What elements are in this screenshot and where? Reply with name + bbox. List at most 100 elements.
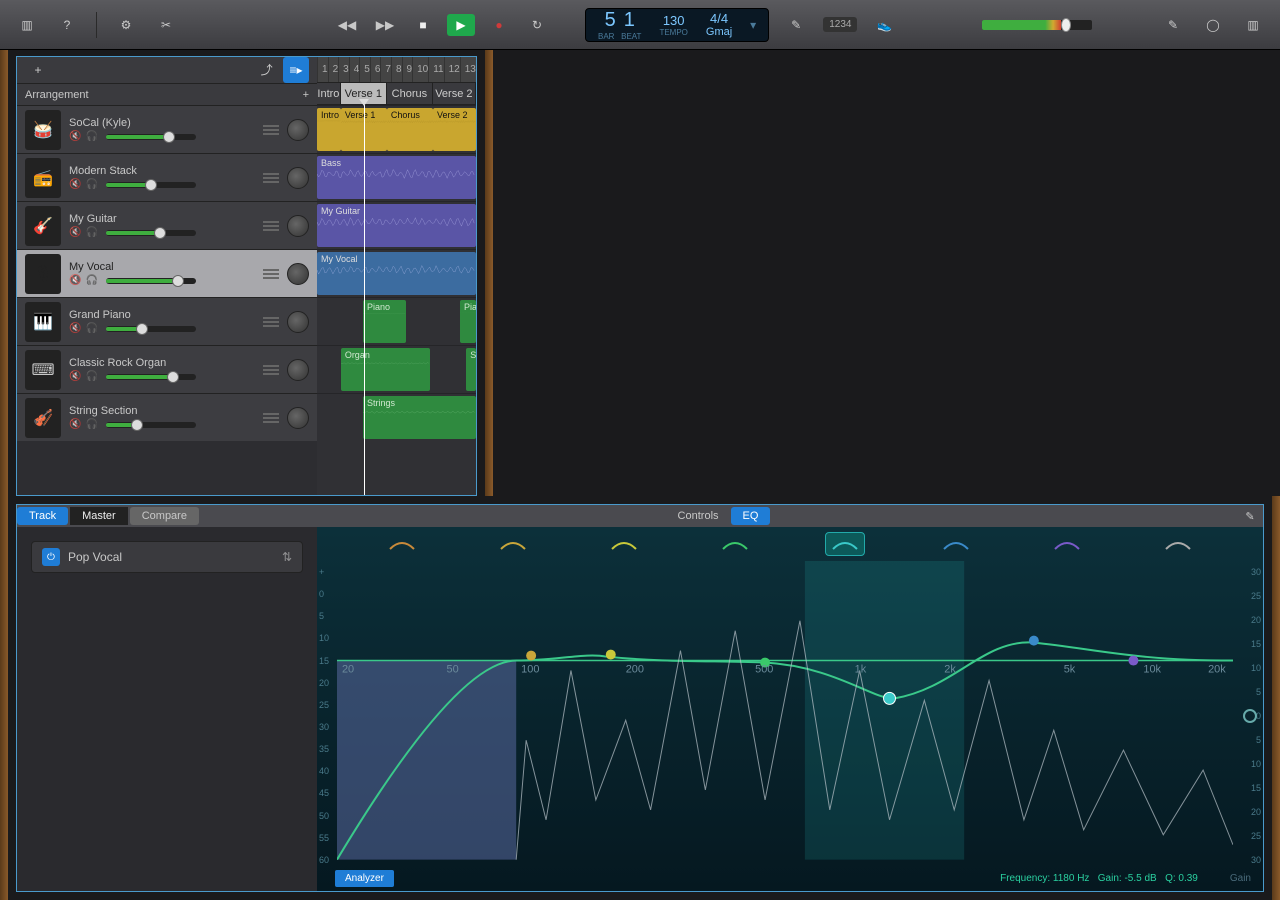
mute-icon[interactable]: 🔇 [69, 179, 81, 190]
arrangement-marker[interactable]: Intro [317, 83, 341, 104]
headphones-icon[interactable]: 🎧 [85, 275, 97, 286]
ruler-tick[interactable]: 5 [359, 57, 370, 82]
headphones-icon[interactable]: 🎧 [85, 227, 97, 238]
eq-gain-handle[interactable] [1243, 709, 1257, 723]
metronome-button[interactable]: 👟 [871, 12, 897, 38]
eq-band-button[interactable] [936, 532, 976, 556]
headphones-icon[interactable]: 🎧 [85, 371, 97, 382]
track-volume-slider[interactable] [106, 182, 196, 188]
track-volume-slider[interactable] [106, 326, 196, 332]
mute-icon[interactable]: 🔇 [69, 131, 81, 142]
track-row[interactable]: 📻Modern Stack🔇🎧 [17, 153, 317, 201]
automation-toggle[interactable]: ⤴ [254, 57, 280, 83]
playhead[interactable] [364, 105, 365, 495]
tab-compare[interactable]: Compare [130, 507, 199, 525]
track-list-toggle[interactable]: ≡▸ [283, 57, 309, 83]
help-button[interactable]: ? [54, 12, 80, 38]
lcd-key[interactable]: Gmaj [706, 26, 732, 38]
track-volume-slider[interactable] [106, 134, 196, 140]
tab-controls[interactable]: Controls [666, 507, 731, 525]
ruler-tick[interactable]: 10 [412, 57, 428, 82]
region[interactable]: Piano [363, 300, 406, 343]
region[interactable]: My Guitar [317, 204, 476, 247]
track-lane[interactable]: My Guitar [317, 201, 476, 249]
eq-curve[interactable]: 2050100 2005001k 2k5k10k20k [337, 561, 1233, 860]
ruler-tick[interactable]: 7 [380, 57, 391, 82]
track-volume-slider[interactable] [106, 278, 196, 284]
track-volume-slider[interactable] [106, 374, 196, 380]
forward-button[interactable]: ▶▶ [371, 14, 399, 36]
mute-icon[interactable]: 🔇 [69, 275, 81, 286]
tab-master[interactable]: Master [70, 507, 128, 525]
arrangement-marker[interactable]: Chorus [387, 83, 433, 104]
region[interactable]: Strings [363, 396, 476, 439]
headphones-icon[interactable]: 🎧 [85, 323, 97, 334]
ruler-tick[interactable]: 1 [317, 57, 328, 82]
track-pan-knob[interactable] [287, 119, 309, 141]
ruler-tick[interactable]: 8 [391, 57, 402, 82]
timeline-ruler[interactable]: 12345678910111213 [317, 57, 476, 83]
eq-band-button[interactable] [1158, 532, 1198, 556]
track-pan-knob[interactable] [287, 215, 309, 237]
analyzer-button[interactable]: Analyzer [335, 870, 394, 887]
track-lane[interactable]: Strings [317, 393, 476, 441]
timeline[interactable]: 12345678910111213 IntroVerse 1ChorusVers… [317, 57, 476, 495]
track-pan-knob[interactable] [287, 311, 309, 333]
stop-button[interactable]: ■ [409, 14, 437, 36]
track-volume-slider[interactable] [106, 230, 196, 236]
track-row[interactable]: 🎙My Vocal🔇🎧 [17, 249, 317, 297]
ruler-tick[interactable]: 11 [428, 57, 443, 82]
add-arrangement-button[interactable]: + [303, 89, 309, 101]
ruler-tick[interactable]: 6 [370, 57, 381, 82]
track-lane[interactable]: OrganSynths [317, 345, 476, 393]
track-pan-knob[interactable] [287, 407, 309, 429]
eq-band-button[interactable] [1047, 532, 1087, 556]
region[interactable]: Intro [317, 108, 341, 151]
headphones-icon[interactable]: 🎧 [85, 419, 97, 430]
ruler-tick[interactable]: 2 [328, 57, 339, 82]
eq-band-button[interactable] [493, 532, 533, 556]
headphones-icon[interactable]: 🎧 [85, 179, 97, 190]
tab-track[interactable]: Track [17, 507, 68, 525]
track-pan-knob[interactable] [287, 359, 309, 381]
record-button[interactable]: ● [485, 14, 513, 36]
count-in-button[interactable]: 1234 [823, 17, 857, 32]
track-pan-knob[interactable] [287, 167, 309, 189]
eq-band-button[interactable] [715, 532, 755, 556]
region[interactable]: Chorus [387, 108, 433, 151]
ruler-tick[interactable]: 13 [460, 57, 476, 82]
track-volume-slider[interactable] [106, 422, 196, 428]
media-browser-button[interactable]: ▥ [1240, 12, 1266, 38]
track-row[interactable]: ⌨Classic Rock Organ🔇🎧 [17, 345, 317, 393]
ruler-tick[interactable]: 3 [338, 57, 349, 82]
region[interactable]: Synths [466, 348, 476, 391]
settings-gear-icon[interactable]: ⚙ [113, 12, 139, 38]
scissors-icon[interactable]: ✂ [153, 12, 179, 38]
cycle-button[interactable]: ↻ [523, 14, 551, 36]
ruler-tick[interactable]: 12 [444, 57, 460, 82]
tuner-button[interactable]: ✎ [783, 12, 809, 38]
arrangement-marker[interactable]: Verse 2 [433, 83, 476, 104]
mute-icon[interactable]: 🔇 [69, 227, 81, 238]
track-row[interactable]: 🥁SoCal (Kyle)🔇🎧 [17, 105, 317, 153]
region[interactable]: Bass [317, 156, 476, 199]
eq-band-button[interactable] [825, 532, 865, 556]
add-track-button[interactable]: + [25, 57, 51, 83]
track-row[interactable]: 🎹Grand Piano🔇🎧 [17, 297, 317, 345]
arrangement-markers[interactable]: IntroVerse 1ChorusVerse 2 [317, 83, 476, 105]
play-button[interactable]: ▶ [447, 14, 475, 36]
library-button[interactable]: ▥ [14, 12, 40, 38]
ruler-tick[interactable]: 4 [349, 57, 360, 82]
power-icon[interactable]: ⏻ [42, 548, 60, 566]
track-lane[interactable]: Bass [317, 153, 476, 201]
track-row[interactable]: 🎸My Guitar🔇🎧 [17, 201, 317, 249]
ruler-tick[interactable]: 9 [402, 57, 413, 82]
eq-display[interactable]: +051015202530354045505560 30252015105051… [317, 527, 1263, 891]
master-volume-slider[interactable] [982, 20, 1092, 30]
loop-browser-button[interactable]: ◯ [1200, 12, 1226, 38]
region[interactable]: My Vocal [317, 252, 476, 295]
eq-band-button[interactable] [382, 532, 422, 556]
region[interactable]: Verse 2 [433, 108, 476, 151]
lcd-display[interactable]: 5 1 BAR BEAT 130 TEMPO 4/4 Gmaj ▾ [585, 8, 769, 42]
lcd-tempo[interactable]: 130 [663, 13, 685, 28]
